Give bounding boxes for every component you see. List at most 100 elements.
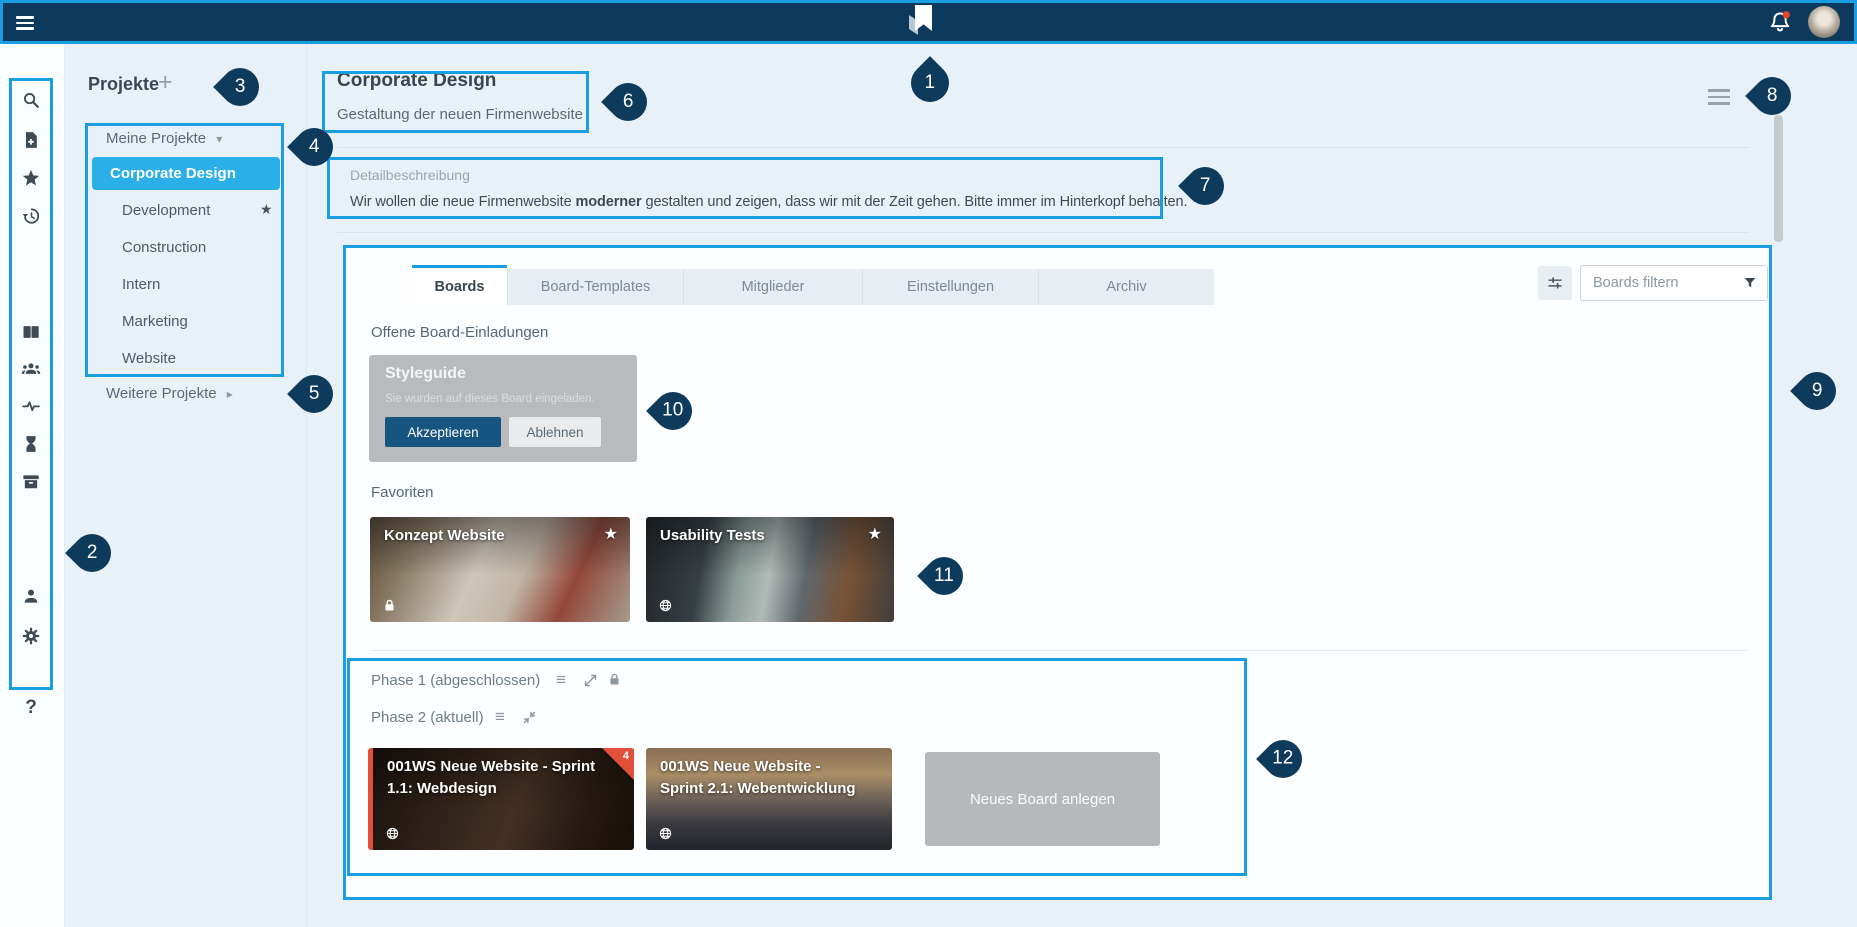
decline-button[interactable]: Ablehnen	[509, 417, 601, 447]
tab-einstellungen[interactable]: Einstellungen	[862, 269, 1038, 305]
board-card-sprint-webentwicklung[interactable]: 001WS Neue Website - Sprint 2.1: Webentw…	[646, 748, 892, 850]
top-bar	[0, 0, 1857, 44]
star-icon[interactable]: ★	[604, 524, 618, 544]
callout-8: 8	[1745, 69, 1799, 123]
team-icon[interactable]	[21, 359, 41, 379]
settings-gear-icon[interactable]	[21, 626, 41, 646]
starred-icon[interactable]: ★	[260, 201, 273, 218]
divider	[337, 147, 1750, 148]
badge-corner	[602, 748, 634, 780]
project-item-label: Corporate Design	[110, 165, 236, 182]
page-subtitle: Gestaltung der neuen Firmenwebsite	[337, 106, 583, 123]
history-icon[interactable]	[21, 206, 41, 226]
tune-icon	[1546, 274, 1564, 292]
new-document-icon[interactable]	[21, 130, 41, 150]
board-card-usability-tests[interactable]: Usability Tests ★	[646, 517, 894, 622]
logo-icon[interactable]	[906, 4, 938, 47]
detail-description-text: Wir wollen die neue Firmenwebsite modern…	[350, 194, 1187, 210]
project-item-label: Intern	[122, 276, 160, 293]
boards-columns-icon[interactable]	[21, 322, 41, 342]
detail-text-bold: moderner	[575, 194, 641, 210]
globe-icon	[658, 598, 673, 613]
search-icon[interactable]	[21, 90, 41, 110]
project-item-label: Marketing	[122, 313, 188, 330]
callout-1: 1	[903, 56, 957, 110]
project-item-label: Construction	[122, 239, 206, 256]
board-card-title: 001WS Neue Website - Sprint 2.1: Webentw…	[660, 756, 865, 800]
detail-description-label: Detailbeschreibung	[350, 167, 470, 183]
phase-menu-icon[interactable]: ≡	[556, 670, 566, 690]
add-board-card[interactable]: Neues Board anlegen	[925, 752, 1160, 846]
user-avatar[interactable]	[1808, 6, 1840, 38]
board-card-title: Usability Tests	[660, 525, 765, 547]
tab-boards[interactable]: Boards	[412, 265, 507, 305]
chevron-down-icon: ▾	[216, 132, 222, 146]
board-card-title: Konzept Website	[384, 525, 505, 547]
phase-menu-icon[interactable]: ≡	[495, 707, 505, 727]
globe-icon	[385, 826, 400, 841]
archive-icon[interactable]	[21, 472, 41, 492]
phase-2-label: Phase 2 (aktuell)	[371, 709, 484, 726]
tab-label: Boards	[435, 279, 485, 295]
star-icon[interactable]: ★	[868, 524, 882, 544]
scrollbar-thumb[interactable]	[1774, 115, 1783, 242]
sidebar-item-development[interactable]: Development	[122, 202, 210, 219]
sidebar-item-website[interactable]: Website	[122, 350, 176, 367]
callout-5: 5	[287, 367, 341, 421]
globe-icon	[658, 826, 673, 841]
icon-rail: ?	[0, 44, 65, 927]
activity-icon[interactable]	[21, 396, 41, 416]
board-card-title: 001WS Neue Website - Sprint 1.1: Webdesi…	[387, 756, 605, 800]
callout-4: 4	[287, 120, 341, 174]
time-tracking-hourglass-icon[interactable]	[21, 434, 41, 454]
app-window: ? Projekte + Meine Projekte ▾ Corporate …	[0, 0, 1857, 927]
detail-text-part: Wir wollen die neue Firmenwebsite	[350, 194, 575, 210]
more-projects-label: Weitere Projekte	[106, 385, 217, 402]
filter-funnel-icon[interactable]	[1742, 275, 1758, 291]
add-board-label: Neues Board anlegen	[970, 791, 1115, 808]
help-icon[interactable]: ?	[21, 697, 41, 717]
tab-label: Einstellungen	[907, 279, 994, 295]
boards-filter-input[interactable]	[1580, 265, 1768, 301]
callout-6: 6	[601, 75, 655, 129]
more-projects-toggle[interactable]: Weitere Projekte ▸	[106, 385, 233, 402]
add-project-button[interactable]: +	[158, 68, 173, 97]
board-card-sprint-webdesign[interactable]: 001WS Neue Website - Sprint 1.1: Webdesi…	[368, 748, 634, 850]
sidebar-item-intern[interactable]: Intern	[122, 276, 160, 293]
project-item-label: Development	[122, 202, 210, 219]
profile-icon[interactable]	[21, 586, 41, 606]
detail-text-part: gestalten und zeigen, dass wir mit der Z…	[642, 194, 1188, 210]
board-menu-icon[interactable]	[1708, 85, 1730, 109]
favorites-star-icon[interactable]	[21, 168, 41, 188]
expand-icon[interactable]	[583, 673, 598, 688]
tab-mitglieder[interactable]: Mitglieder	[683, 269, 862, 305]
lock-icon	[382, 598, 397, 613]
sidebar-item-corporate-design[interactable]: Corporate Design	[92, 157, 280, 190]
chevron-right-icon: ▸	[227, 387, 233, 401]
status-badge: 4	[623, 750, 629, 762]
view-options-button[interactable]	[1538, 266, 1572, 300]
divider	[337, 232, 1750, 233]
lock-icon	[607, 672, 622, 687]
invitation-card-title: Styleguide	[385, 365, 466, 383]
projects-panel-title: Projekte	[88, 74, 159, 95]
board-card-konzept-website[interactable]: Konzept Website ★	[370, 517, 630, 622]
tab-board-templates[interactable]: Board-Templates	[507, 269, 683, 305]
favorites-heading: Favoriten	[371, 484, 434, 501]
invitations-heading: Offene Board-Einladungen	[371, 324, 548, 341]
collapse-icon[interactable]	[522, 710, 537, 725]
invitation-card-styleguide: Styleguide Sie wurden auf dieses Board e…	[369, 355, 637, 462]
sidebar-item-marketing[interactable]: Marketing	[122, 313, 188, 330]
accept-button[interactable]: Akzeptieren	[385, 417, 501, 447]
tab-label: Board-Templates	[541, 279, 651, 295]
tab-archiv[interactable]: Archiv	[1038, 269, 1214, 305]
filter-input-wrap	[1580, 265, 1768, 301]
notifications-bell-icon[interactable]	[1766, 8, 1794, 36]
project-group-label: Meine Projekte	[106, 130, 206, 147]
panel-divider	[306, 44, 307, 927]
callout-3: 3	[213, 60, 267, 114]
sidebar-item-construction[interactable]: Construction	[122, 239, 206, 256]
project-group-header[interactable]: Meine Projekte ▾	[106, 130, 222, 147]
menu-icon[interactable]	[16, 13, 34, 33]
phase-1-label: Phase 1 (abgeschlossen)	[371, 672, 540, 689]
